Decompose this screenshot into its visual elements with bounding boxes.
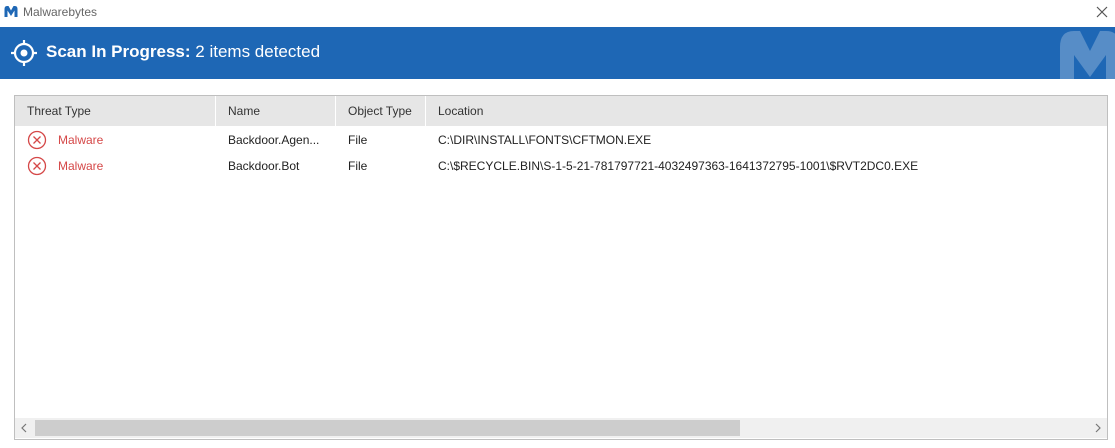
table-row[interactable]: Malware Backdoor.Agen... File C:\DIR\INS… (15, 127, 1107, 153)
threat-name-cell: Backdoor.Bot (228, 159, 300, 173)
title-bar: Malwarebytes (0, 0, 1115, 26)
close-icon (1096, 6, 1108, 18)
column-header-name[interactable]: Name (216, 96, 336, 126)
location-cell: C:\DIR\INSTALL\FONTS\CFTMON.EXE (438, 133, 652, 147)
column-header-object-type[interactable]: Object Type (336, 96, 426, 126)
table-row[interactable]: Malware Backdoor.Bot File C:\$RECYCLE.BI… (15, 153, 1107, 179)
scan-status-banner: Scan In Progress: 2 items detected (0, 27, 1115, 79)
threat-type-label: Malware (58, 159, 104, 173)
threat-type-cell: Malware (15, 127, 216, 153)
table-header: Threat Type Name Object Type Location (15, 96, 1107, 126)
scan-status-text: Scan In Progress: 2 items detected (46, 42, 320, 62)
location-cell: C:\$RECYCLE.BIN\S-1-5-21-781797721-40324… (438, 159, 919, 173)
threats-table: Threat Type Name Object Type Location Ma… (14, 95, 1108, 440)
horizontal-scrollbar[interactable] (15, 418, 1107, 438)
column-header-threat-type[interactable]: Threat Type (15, 96, 216, 126)
scroll-right-button[interactable] (1089, 418, 1107, 438)
threat-x-icon (27, 156, 47, 176)
threat-name-cell: Backdoor.Agen... (228, 133, 320, 147)
window-title: Malwarebytes (23, 5, 98, 19)
threat-x-icon (27, 130, 47, 150)
threat-type-label: Malware (58, 133, 104, 147)
scroll-left-button[interactable] (15, 418, 33, 438)
scan-status-label: Scan In Progress: (46, 42, 191, 61)
close-button[interactable] (1089, 0, 1115, 24)
malwarebytes-logo-icon (4, 6, 18, 17)
chevron-right-icon (1095, 423, 1101, 433)
target-icon (11, 40, 37, 66)
column-header-location[interactable]: Location (426, 96, 1107, 126)
threat-type-cell: Malware (15, 153, 216, 179)
chevron-left-icon (21, 423, 27, 433)
malwarebytes-watermark-icon (1060, 31, 1115, 79)
scan-status-count: 2 items detected (190, 42, 321, 61)
object-type-cell: File (348, 159, 368, 173)
scrollbar-thumb[interactable] (35, 420, 740, 436)
object-type-cell: File (348, 133, 368, 147)
